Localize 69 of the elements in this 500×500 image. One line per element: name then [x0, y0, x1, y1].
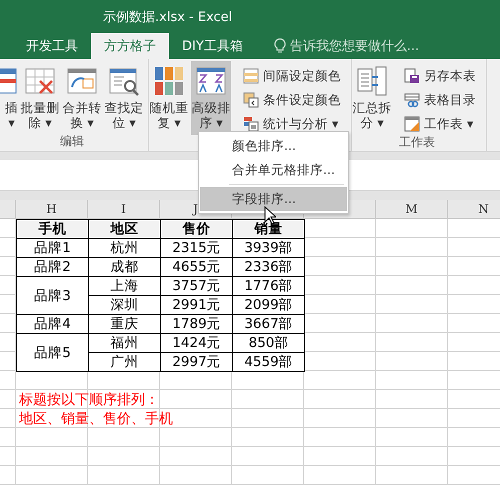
ribbon-tab[interactable]: DIY工具箱 [169, 33, 256, 59]
ribbon-button[interactable]: 间隔设定颜色 [241, 65, 343, 87]
header-cell: 销量 [232, 219, 305, 239]
column-header[interactable]: I [121, 202, 126, 216]
note-text: 地区、销量、售价、手机 [18, 410, 174, 428]
table-cell: 2336部 [232, 257, 305, 277]
ribbon-button[interactable]: 工作表 ▾ [402, 113, 478, 135]
window-title: 示例数据.xlsx - Excel [103, 8, 232, 26]
group-label: 工作表 [398, 135, 436, 151]
ribbon-button[interactable]: 合并转 换 ▾ [62, 61, 102, 134]
header-cell: 售价 [160, 219, 233, 239]
condition-icon [243, 92, 259, 108]
table-cell: 品牌2 [16, 257, 89, 277]
stripes-icon [243, 68, 259, 84]
column-header[interactable]: N [478, 202, 489, 216]
table-cell: 3667部 [232, 314, 305, 334]
table-cell: 上海 [88, 276, 161, 296]
save-icon [404, 68, 420, 84]
table-cell: 福州 [88, 333, 161, 353]
table-cell: 3757元 [160, 276, 233, 296]
table-cell: 3939部 [232, 238, 305, 258]
ribbon-tab[interactable]: 开发工具 [13, 33, 91, 59]
table-cell: 850部 [232, 333, 305, 353]
header-cell: 地区 [88, 219, 161, 239]
note-text: 标题按以下顺序排列： [18, 390, 160, 408]
table-cell: 重庆 [88, 314, 161, 334]
ribbon-button[interactable]: 查找定 位 ▾ [104, 61, 144, 134]
menu-item[interactable]: 字段排序... [200, 187, 347, 211]
column-header[interactable]: M [405, 202, 418, 216]
ribbon-button[interactable]: 表格目录 [402, 89, 478, 111]
table-cell: 1424元 [160, 333, 233, 353]
menu-item[interactable]: 合并单元格排序... [200, 158, 347, 182]
column-header[interactable]: H [46, 202, 57, 216]
table-cell: 4655元 [160, 257, 233, 277]
table-cell: 2991元 [160, 295, 233, 315]
summary-icon [356, 65, 388, 97]
tell-me-field[interactable]: 告诉我您想要做什么... [290, 37, 420, 55]
lightbulb-icon [274, 38, 286, 54]
table-cell: 广州 [88, 352, 161, 372]
color-grid-icon [153, 65, 185, 97]
header-cell: 手机 [16, 219, 89, 239]
table-cell: 4559部 [232, 352, 305, 372]
column-header[interactable]: J [193, 202, 198, 216]
ribbon-button[interactable]: 条件设定颜色 [241, 89, 343, 111]
ribbon-button[interactable]: 另存本表 [402, 65, 478, 87]
sheet-icon [404, 116, 420, 132]
ribbon-button[interactable]: 随机重 复 ▾ [149, 61, 189, 135]
ribbon-button[interactable]: 高级排 序 ▾ [191, 61, 231, 135]
menu-item[interactable]: 颜色排序... [200, 134, 347, 158]
ribbon-button[interactable]: 汇总拆 分 ▾ [352, 61, 392, 135]
table-cell: 1789元 [160, 314, 233, 334]
ribbon-button[interactable]: 统计与分析 ▾ [241, 113, 343, 135]
table-cell: 深圳 [88, 295, 161, 315]
ribbon-tab[interactable]: 方方格子 [91, 33, 169, 59]
sort-az-icon [195, 65, 227, 97]
ribbon-button[interactable]: 批量删 除 ▾ [20, 61, 60, 134]
table-cell: 2099部 [232, 295, 305, 315]
group-label: 编辑 [59, 134, 85, 150]
table-cell: 品牌3 [16, 276, 89, 315]
table-cell: 品牌4 [16, 314, 89, 334]
catalog-icon [404, 92, 420, 108]
ribbon-button[interactable]: 插 ▾ [0, 61, 18, 134]
table-cell: 品牌5 [16, 333, 89, 372]
table-cell: 品牌1 [16, 238, 89, 258]
table-cell: 2315元 [160, 238, 233, 258]
table-cell: 1776部 [232, 276, 305, 296]
table-cell: 2997元 [160, 352, 233, 372]
table-cell: 成都 [88, 257, 161, 277]
table-cell: 杭州 [88, 238, 161, 258]
